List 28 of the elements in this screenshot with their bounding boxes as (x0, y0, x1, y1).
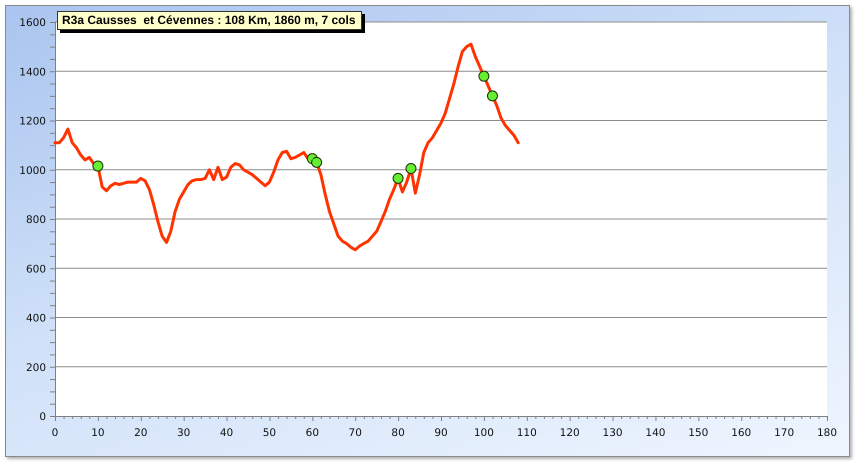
axis-label: 100 (474, 427, 494, 439)
axis-label: 130 (602, 427, 623, 439)
axis-label: 90 (434, 427, 448, 439)
axis-label: 50 (262, 427, 276, 439)
axis-label: 1000 (19, 164, 46, 177)
axis-label: 1200 (19, 116, 46, 128)
axis-label: 170 (774, 427, 794, 439)
axis-label: 600 (26, 263, 46, 276)
axis-label: 180 (816, 427, 838, 439)
axis-label: 1600 (19, 17, 46, 29)
axis-label: 120 (560, 427, 580, 439)
axis-label: 160 (731, 427, 752, 439)
axis-label: 40 (220, 427, 234, 439)
axis-label: 0 (52, 427, 58, 439)
axis-label: 110 (516, 427, 537, 439)
axis-label: 70 (348, 427, 362, 439)
axis-label: 80 (391, 427, 405, 439)
axis-label: 150 (688, 427, 708, 439)
axis-label: 20 (134, 427, 148, 439)
axis-label: 400 (26, 312, 46, 324)
axis-label: 200 (26, 362, 46, 374)
axis-label: 1400 (19, 66, 46, 78)
axis-label: 140 (645, 427, 666, 439)
axis-label: 0 (39, 411, 46, 423)
axis-label: 10 (91, 427, 105, 439)
axis-label: 800 (26, 214, 46, 226)
axis-label: 60 (306, 427, 320, 439)
axis-label: 30 (176, 427, 190, 439)
